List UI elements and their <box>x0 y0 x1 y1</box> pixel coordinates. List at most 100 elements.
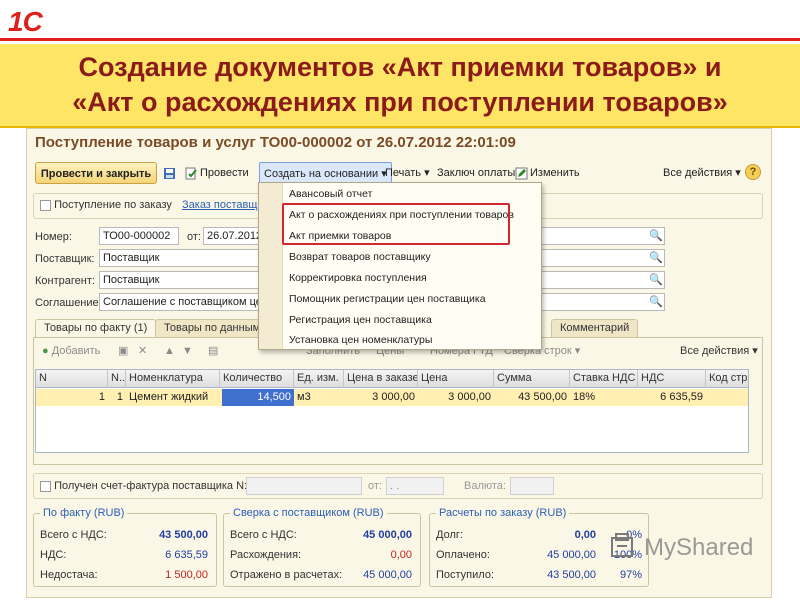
add-button[interactable]: ● Добавить <box>42 342 100 360</box>
copy-icon[interactable]: ▣ <box>118 342 128 360</box>
slide-title-line1: Создание документов «Акт приемки товаров… <box>78 52 722 82</box>
column-header[interactable]: Номенклатура <box>126 370 220 388</box>
table-cell: 3 000,00 <box>372 391 415 403</box>
table-cell: 3 000,00 <box>448 391 491 403</box>
slide-title-line2: «Акт о расхождениях при поступлении това… <box>72 87 728 117</box>
summary-supplier-title: Сверка с поставщиком (RUB) <box>230 507 387 519</box>
table-cell: 18% <box>573 391 596 403</box>
column-header[interactable]: Цена <box>418 370 494 388</box>
watermark-text: MyShared <box>644 534 754 561</box>
fact-vat-label: НДС: <box>40 549 67 561</box>
counterparty-label: Контрагент: <box>35 275 95 287</box>
number-label: Номер: <box>35 231 72 243</box>
tab-comment[interactable]: Комментарий <box>551 319 639 337</box>
hidden-field-1[interactable] <box>535 227 665 245</box>
supplier-total-value: 45 000,00 <box>363 529 412 541</box>
order-debt-value: 0,00 <box>574 529 596 541</box>
supplier-field[interactable]: Поставщик <box>99 249 263 267</box>
column-header[interactable]: Цена в заказе <box>344 370 418 388</box>
search-icon[interactable]: 🔍 <box>649 294 663 310</box>
menu-item-return-goods[interactable]: Возврат товаров поставщику <box>289 248 431 266</box>
add-icon: ● <box>42 345 49 357</box>
1c-logo: 1С <box>8 6 43 37</box>
move-up-icon[interactable]: ▲ <box>164 342 175 360</box>
checkbox-icon <box>40 480 51 492</box>
column-header[interactable]: Сумма <box>494 370 570 388</box>
date-field[interactable]: 26.07.2012 <box>203 227 263 245</box>
column-header[interactable]: Код стр <box>706 370 748 388</box>
summary-fact-title: По факту (RUB) <box>40 507 128 519</box>
menu-item-price-registration[interactable]: Регистрация цен поставщика <box>289 311 432 329</box>
fact-shortage-label: Недостача: <box>40 569 98 581</box>
number-field[interactable]: ТО00-000002 <box>99 227 179 245</box>
delete-icon[interactable]: ✕ <box>138 342 147 360</box>
supplier-label: Поставщик: <box>35 253 95 265</box>
column-header[interactable]: N <box>36 370 108 388</box>
header-line <box>0 38 800 41</box>
supplier-diff-value: 0,00 <box>390 549 412 561</box>
fact-vat-value: 6 635,59 <box>165 549 208 561</box>
summary-order-title: Расчеты по заказу (RUB) <box>436 507 570 519</box>
agreement-label: Соглашение: <box>35 297 102 309</box>
move-down-icon[interactable]: ▼ <box>182 342 193 360</box>
hidden-field-2[interactable] <box>535 249 665 267</box>
hidden-field-4[interactable] <box>535 293 665 311</box>
agreement-field[interactable]: Соглашение с поставщиком це... <box>99 293 263 311</box>
post-and-close-button[interactable]: Провести и закрыть <box>35 162 157 184</box>
order-debt-label: Долг: <box>436 529 463 541</box>
search-icon[interactable]: 🔍 <box>649 250 663 266</box>
invoice-number-field[interactable] <box>246 477 362 495</box>
post-button[interactable]: Провести <box>185 162 249 184</box>
supplier-reflected-label: Отражено в расчетах: <box>230 569 343 581</box>
create-based-on-button[interactable]: Создать на основании ▾ <box>259 162 392 184</box>
order-received-value: 43 500,00 <box>547 569 596 581</box>
quantity-cell[interactable]: 14,500 <box>222 389 294 406</box>
edit-button[interactable]: Изменить <box>515 162 580 184</box>
table-row[interactable]: 1 1 Цемент жидкий 14,500 м3 3 000,00 3 0… <box>36 389 748 406</box>
document-title: Поступление товаров и услуг ТО00-000002 … <box>35 134 516 151</box>
currency-label: Валюта: <box>464 480 506 492</box>
supplier-total-label: Всего с НДС: <box>230 529 297 541</box>
print-button[interactable]: Печать ▾ <box>385 162 430 184</box>
column-header[interactable]: N... <box>108 370 126 388</box>
order-paid-value: 45 000,00 <box>547 549 596 561</box>
search-icon[interactable]: 🔍 <box>649 272 663 288</box>
date-label: от: <box>187 231 201 243</box>
goods-table[interactable]: N N... Номенклатура Количество Ед. изм. … <box>35 369 749 453</box>
table-cell: 43 500,00 <box>518 391 567 403</box>
save-icon[interactable] <box>163 162 178 184</box>
table-cell <box>706 389 748 406</box>
slide-title: Создание документов «Акт приемки товаров… <box>10 50 790 120</box>
order-paid-label: Оплачено: <box>436 549 490 561</box>
fact-total-value: 43 500,00 <box>159 529 208 541</box>
goods-all-actions-menu[interactable]: Все действия ▾ <box>680 342 758 360</box>
slide-banner: Создание документов «Акт приемки товаров… <box>0 44 800 128</box>
hidden-field-3[interactable] <box>535 271 665 289</box>
invoice-date-field[interactable]: . . <box>386 477 444 495</box>
order-received-label: Поступило: <box>436 569 495 581</box>
menu-item-set-prices[interactable]: Установка цен номенклатуры <box>289 331 432 349</box>
column-header[interactable]: Ставка НДС <box>570 370 638 388</box>
menu-item-advance-report[interactable]: Авансовый отчет <box>289 185 372 203</box>
chevron-down-icon: ▾ <box>424 167 430 179</box>
tab-goods-fact[interactable]: Товары по факту (1) <box>35 319 157 338</box>
column-header[interactable]: Количество <box>220 370 294 388</box>
by-order-checkbox[interactable]: Поступление по заказу <box>40 199 172 211</box>
invoice-frame: Получен счет-фактура поставщика N: от: .… <box>33 473 763 499</box>
edit-icon <box>515 167 528 180</box>
picture-icon[interactable]: ▤ <box>208 342 218 360</box>
column-header[interactable]: НДС <box>638 370 706 388</box>
menu-item-receipt-correction[interactable]: Корректировка поступления <box>289 269 427 287</box>
table-header: N N... Номенклатура Количество Ед. изм. … <box>36 370 748 388</box>
counterparty-field[interactable]: Поставщик <box>99 271 263 289</box>
fact-total-label: Всего с НДС: <box>40 529 107 541</box>
payment-button[interactable]: Заключ оплаты <box>437 162 515 184</box>
invoice-checkbox[interactable]: Получен счет-фактура поставщика N: <box>40 480 247 492</box>
currency-field[interactable] <box>510 477 554 495</box>
help-icon[interactable]: ? <box>745 164 761 180</box>
menu-item-price-assistant[interactable]: Помощник регистрации цен поставщика <box>289 290 486 308</box>
column-header[interactable]: Ед. изм. <box>294 370 344 388</box>
all-actions-menu[interactable]: Все действия ▾ <box>663 162 741 184</box>
search-icon[interactable]: 🔍 <box>649 228 663 244</box>
post-icon <box>185 167 197 180</box>
